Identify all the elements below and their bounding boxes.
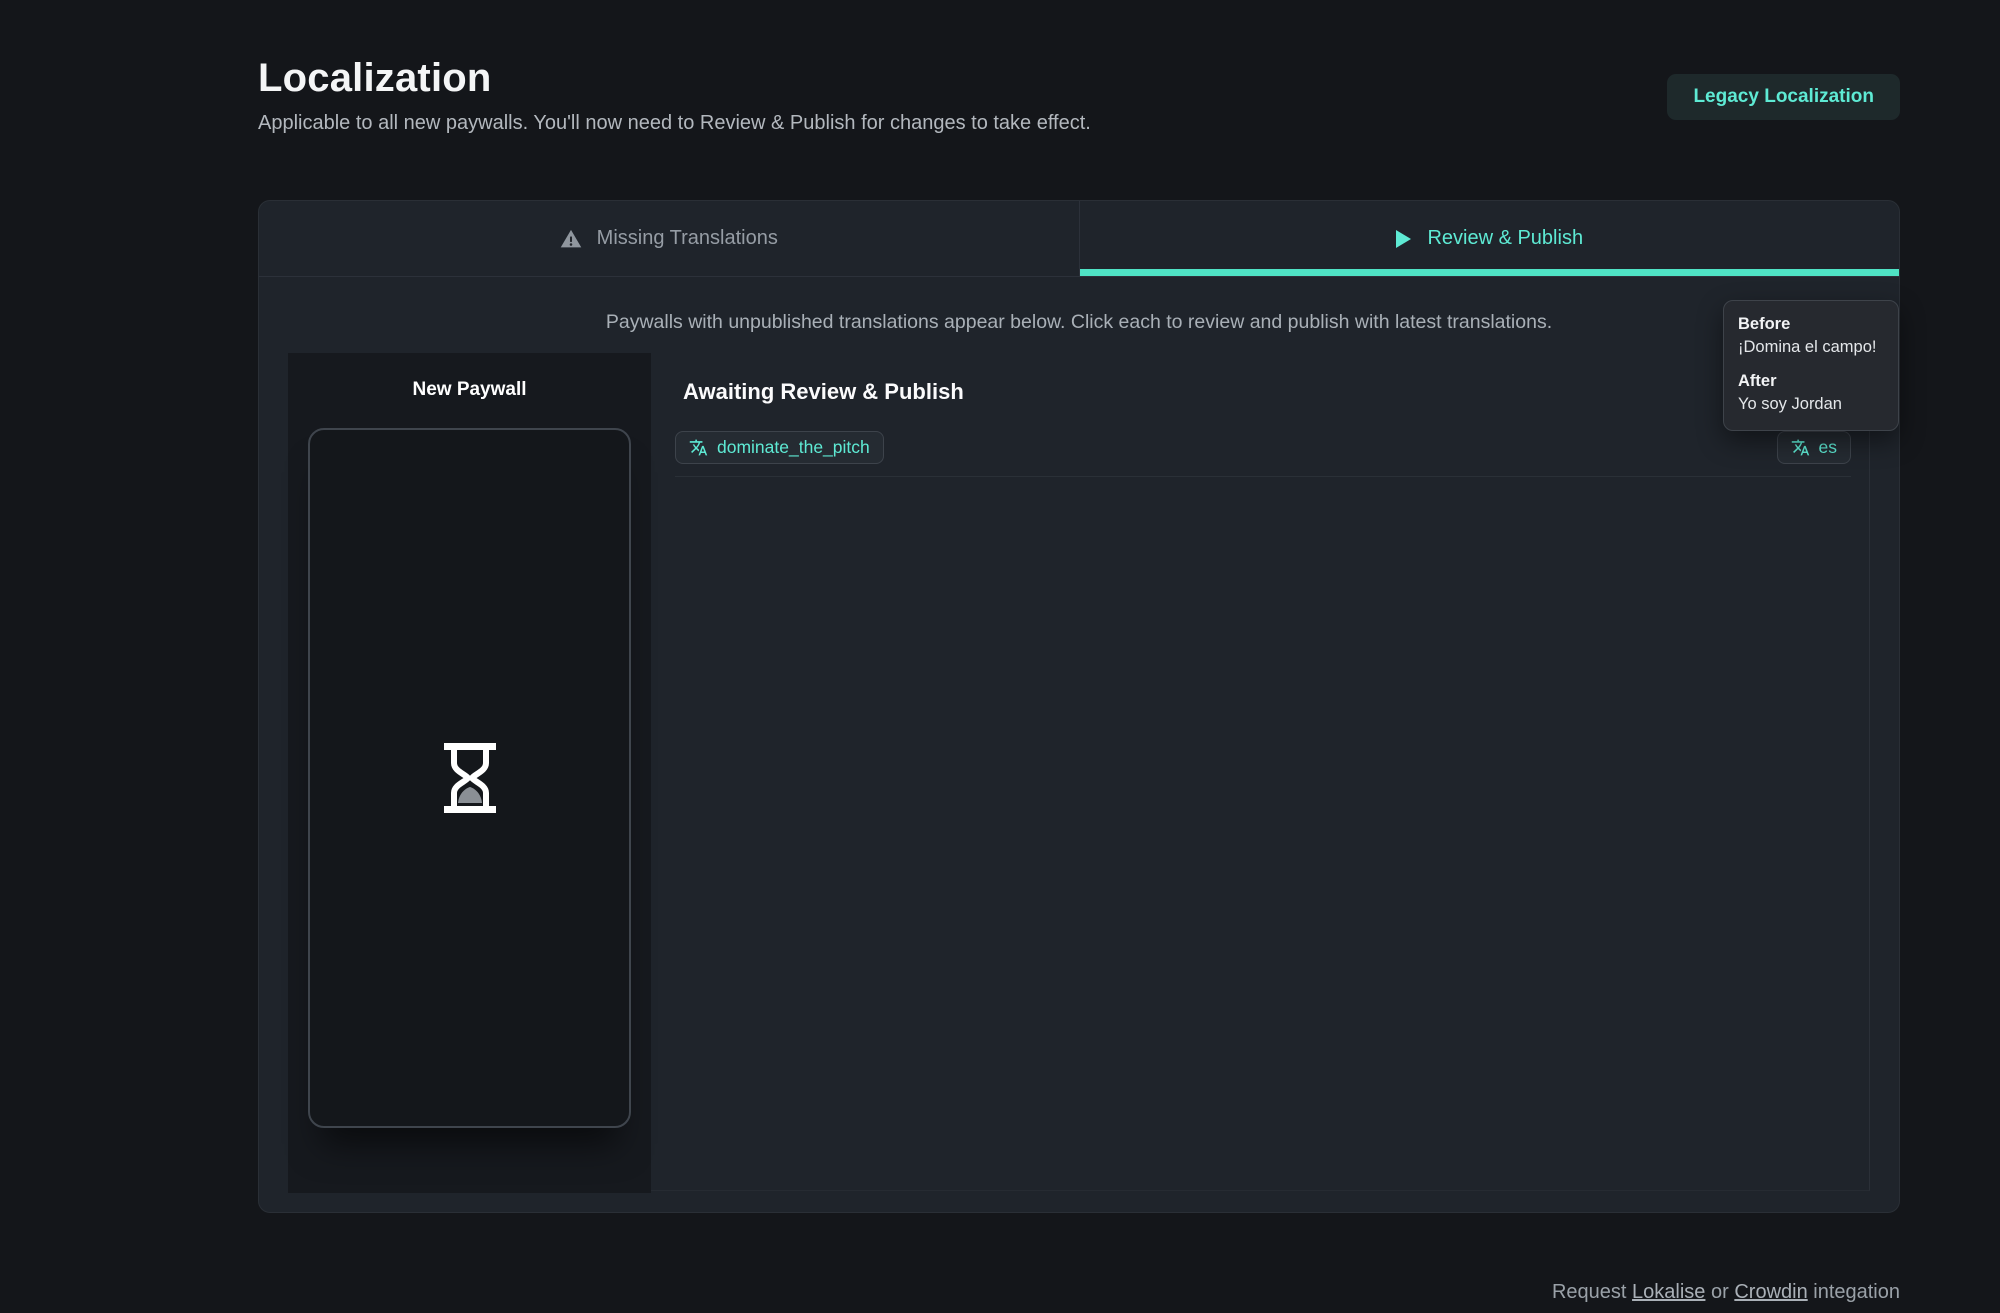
integration-request-note: Request Lokalise or Crowdin integation <box>1552 1281 1900 1304</box>
tab-missing-translations[interactable]: Missing Translations <box>259 201 1080 276</box>
hourglass-icon <box>439 739 501 817</box>
page-subtitle: Applicable to all new paywalls. You'll n… <box>258 112 1091 135</box>
play-icon <box>1395 229 1412 249</box>
paywall-chip-label: dominate_the_pitch <box>717 437 870 458</box>
language-chip-es[interactable]: es <box>1777 431 1851 464</box>
paywall-chip-dominate-the-pitch[interactable]: dominate_the_pitch <box>675 431 884 464</box>
review-description: Paywalls with unpublished translations a… <box>259 311 1899 334</box>
lokalise-link[interactable]: Lokalise <box>1632 1281 1705 1303</box>
localization-card: Missing Translations Review & Publish Pa… <box>258 200 1900 1213</box>
tooltip-after-value: Yo soy Jordan <box>1738 395 1884 414</box>
footer-suffix: integation <box>1808 1281 1900 1303</box>
localization-page: { "header": { "title": "Localization", "… <box>0 0 2000 1313</box>
language-chip-label: es <box>1819 437 1837 458</box>
crowdin-link[interactable]: Crowdin <box>1734 1281 1807 1303</box>
legacy-localization-button[interactable]: Legacy Localization <box>1667 74 1900 120</box>
tooltip-after-label: After <box>1738 372 1884 391</box>
tab-bar: Missing Translations Review & Publish <box>259 201 1899 277</box>
footer-prefix: Request <box>1552 1281 1632 1303</box>
tab-review-publish[interactable]: Review & Publish <box>1080 201 1900 276</box>
awaiting-review-heading: Awaiting Review & Publish <box>683 379 1869 405</box>
preview-title: New Paywall <box>288 353 651 401</box>
footer-middle: or <box>1705 1281 1734 1303</box>
tab-review-label: Review & Publish <box>1427 227 1583 250</box>
tooltip-before-value: ¡Domina el campo! <box>1738 338 1884 357</box>
warning-icon <box>560 228 582 250</box>
paywall-preview-panel: New Paywall <box>288 353 651 1193</box>
translate-icon <box>1791 438 1810 457</box>
tooltip-before-label: Before <box>1738 315 1884 334</box>
phone-frame <box>308 428 631 1128</box>
translate-icon <box>689 438 708 457</box>
translation-tooltip: Before ¡Domina el campo! After Yo soy Jo… <box>1723 300 1899 431</box>
tab-missing-label: Missing Translations <box>597 227 778 250</box>
paywall-row: dominate_the_pitch es <box>675 431 1851 477</box>
page-title: Localization <box>258 56 492 101</box>
awaiting-review-section: Awaiting Review & Publish dominate_the_p… <box>651 353 1870 1191</box>
active-tab-indicator <box>1080 269 1900 276</box>
